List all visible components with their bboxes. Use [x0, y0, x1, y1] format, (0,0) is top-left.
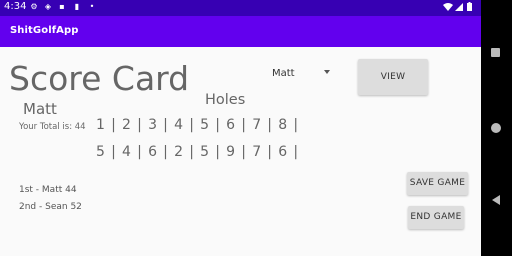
dot-icon: • [89, 2, 95, 11]
hole-numbers-row: 1 | 2 | 3 | 4 | 5 | 6 | 7 | 8 | [96, 117, 304, 133]
hole-score-3: 6 [148, 144, 158, 160]
hole-score-6: 9 [226, 144, 236, 160]
save-game-button[interactable]: SAVE GAME [407, 172, 468, 195]
player-name: Matt [23, 100, 57, 118]
view-button[interactable]: VIEW [358, 59, 428, 95]
app-bar: ShitGolfApp [0, 16, 481, 47]
settings-icon: ⚙ [30, 2, 38, 11]
separator: | [137, 144, 143, 160]
wifi-signal-battery-icons [443, 2, 472, 11]
battery-icon [467, 3, 472, 11]
hole-number-8: 8 [278, 117, 288, 133]
player-select-value: Matt [272, 68, 295, 79]
holes-label: Holes [205, 92, 246, 108]
app-title: ShitGolfApp [10, 25, 79, 36]
separator: | [215, 117, 221, 133]
separator: | [241, 117, 247, 133]
sim-icon: ▪ [59, 2, 65, 11]
hole-score-7: 7 [252, 144, 262, 160]
hole-number-1: 1 [96, 117, 106, 133]
hole-number-2: 2 [122, 117, 132, 133]
separator: | [215, 144, 221, 160]
separator: | [189, 144, 195, 160]
total-text: Your Total is: 44 [19, 122, 86, 132]
separator: | [293, 144, 299, 160]
page-title: Score Card [9, 59, 190, 98]
hole-number-3: 3 [148, 117, 158, 133]
hole-score-8: 6 [278, 144, 288, 160]
leaderboard-entry: 2nd - Sean 52 [19, 202, 82, 212]
end-game-button[interactable]: END GAME [408, 206, 464, 229]
separator: | [293, 117, 299, 133]
signal-icon [455, 3, 463, 11]
hole-number-5: 5 [200, 117, 210, 133]
separator: | [267, 144, 273, 160]
hole-number-4: 4 [174, 117, 184, 133]
card-icon: ▮ [74, 2, 80, 11]
status-time: 4:34 [4, 1, 27, 12]
leaderboard-entry: 1st - Matt 44 [19, 185, 77, 195]
separator: | [189, 117, 195, 133]
device-frame: 4:34 ⚙ ◈ ▪ ▮ • ShitGolfApp Score Card Ma… [0, 0, 512, 256]
separator: | [163, 144, 169, 160]
separator: | [111, 117, 117, 133]
separator: | [267, 117, 273, 133]
status-bar: 4:34 ⚙ ◈ ▪ ▮ • [0, 0, 481, 16]
separator: | [241, 144, 247, 160]
shield-icon: ◈ [44, 2, 52, 11]
separator: | [137, 117, 143, 133]
status-right-icons [443, 2, 475, 14]
separator: | [163, 117, 169, 133]
player-select-dropdown[interactable]: Matt [268, 64, 336, 84]
scores-row: 5 | 4 | 6 | 2 | 5 | 9 | 7 | 6 | [96, 144, 304, 160]
hole-score-4: 2 [174, 144, 184, 160]
chevron-down-icon [324, 70, 330, 74]
app-screen: 4:34 ⚙ ◈ ▪ ▮ • ShitGolfApp Score Card Ma… [0, 0, 481, 256]
hole-score-5: 5 [200, 144, 210, 160]
wifi-icon [443, 3, 453, 11]
hole-score-1: 5 [96, 144, 106, 160]
home-icon[interactable] [491, 123, 501, 133]
recents-icon[interactable] [491, 48, 500, 57]
separator: | [111, 144, 117, 160]
hole-score-2: 4 [122, 144, 132, 160]
back-icon[interactable] [492, 195, 500, 205]
hole-number-7: 7 [252, 117, 262, 133]
hole-number-6: 6 [226, 117, 236, 133]
